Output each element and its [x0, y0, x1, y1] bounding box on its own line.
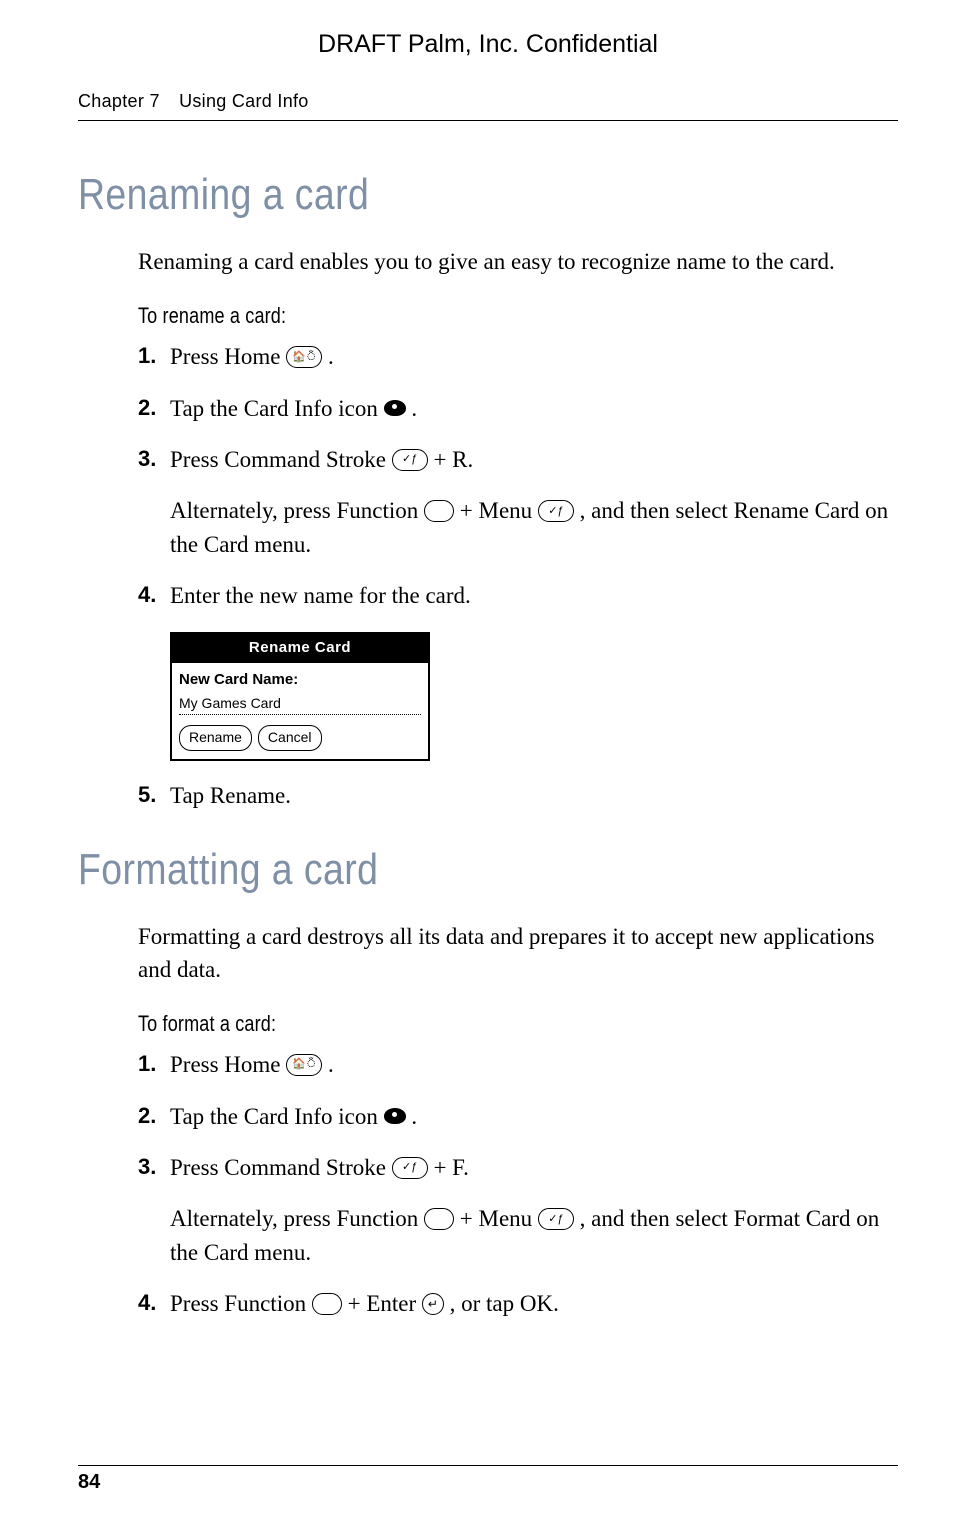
function-key-icon [312, 1293, 342, 1315]
step-3: Press Command Stroke ✓ƒ + R. Alternately… [138, 443, 898, 561]
function-key-icon [424, 500, 454, 522]
card-info-icon [384, 400, 406, 416]
step-2: Tap the Card Info icon . [138, 1100, 898, 1133]
step-text-end: . [328, 1052, 334, 1077]
step-5: Tap Rename. [138, 779, 898, 812]
command-stroke-icon: ✓ƒ [392, 449, 428, 471]
chapter-title: Using Card Info [179, 91, 309, 111]
menu-key-icon: ✓ƒ [538, 1208, 574, 1230]
page-number: 84 [78, 1471, 100, 1493]
intro-text: Formatting a card destroys all its data … [138, 920, 898, 987]
step-2: Tap the Card Info icon . [138, 392, 898, 425]
dialog-field-value[interactable]: My Games Card [179, 693, 421, 714]
chapter-number: Chapter 7 [78, 91, 160, 111]
step-text-b: + Enter [348, 1291, 422, 1316]
steps-rename: Press Home 🏠ঁ . Tap the Card Info icon .… [138, 340, 898, 812]
subhead-format: To format a card: [138, 1008, 761, 1040]
menu-key-icon: ✓ƒ [538, 500, 574, 522]
chapter-header: Chapter 7 Using Card Info [78, 88, 898, 121]
step-text: Enter the new name for the card. [170, 579, 898, 612]
step-text: Tap the Card Info icon [170, 396, 384, 421]
step-alt-a: Alternately, press Function [170, 1206, 424, 1231]
card-info-icon [384, 1108, 406, 1124]
step-text-a: Press Function [170, 1291, 312, 1316]
dialog-field-label: New Card Name: [179, 669, 421, 691]
step-text-end: + R. [433, 447, 473, 472]
subhead-rename: To rename a card: [138, 300, 761, 332]
section-heading-renaming: Renaming a card [78, 163, 775, 227]
step-text: Press Command Stroke [170, 1155, 392, 1180]
step-alt-a: Alternately, press Function [170, 498, 424, 523]
rename-card-dialog: Rename Card New Card Name: My Games Card… [170, 632, 430, 760]
step-text: Tap the Card Info icon [170, 1104, 384, 1129]
step-text-c: , or tap OK. [450, 1291, 559, 1316]
step-alt-b: + Menu [460, 1206, 538, 1231]
dialog-title: Rename Card [172, 634, 428, 663]
section-heading-formatting: Formatting a card [78, 838, 775, 902]
page-footer: 84 [78, 1465, 898, 1497]
step-text-end: + F. [433, 1155, 468, 1180]
step-text-end: . [411, 1104, 417, 1129]
step-text: Press Command Stroke [170, 447, 392, 472]
step-text: Tap Rename. [170, 779, 898, 812]
step-text-end: . [328, 344, 334, 369]
intro-text: Renaming a card enables you to give an e… [138, 245, 898, 278]
function-key-icon [424, 1208, 454, 1230]
cancel-button[interactable]: Cancel [258, 725, 322, 750]
rename-button[interactable]: Rename [179, 725, 252, 750]
step-1: Press Home 🏠ঁ . [138, 340, 898, 373]
step-text-end: . [411, 396, 417, 421]
step-4: Enter the new name for the card. Rename … [138, 579, 898, 760]
steps-format: Press Home 🏠ঁ . Tap the Card Info icon .… [138, 1048, 898, 1320]
enter-key-icon: ↵ [422, 1293, 444, 1315]
step-text: Press Home [170, 344, 286, 369]
rename-dialog-figure: Rename Card New Card Name: My Games Card… [170, 632, 898, 760]
step-1: Press Home 🏠ঁ . [138, 1048, 898, 1081]
step-4: Press Function + Enter ↵ , or tap OK. [138, 1287, 898, 1320]
home-icon: 🏠ঁ [286, 346, 322, 368]
command-stroke-icon: ✓ƒ [392, 1157, 428, 1179]
step-alt-b: + Menu [460, 498, 538, 523]
home-icon: 🏠ঁ [286, 1054, 322, 1076]
draft-header: DRAFT Palm, Inc. Confidential [78, 26, 898, 62]
step-text: Press Home [170, 1052, 286, 1077]
step-3: Press Command Stroke ✓ƒ + F. Alternately… [138, 1151, 898, 1269]
